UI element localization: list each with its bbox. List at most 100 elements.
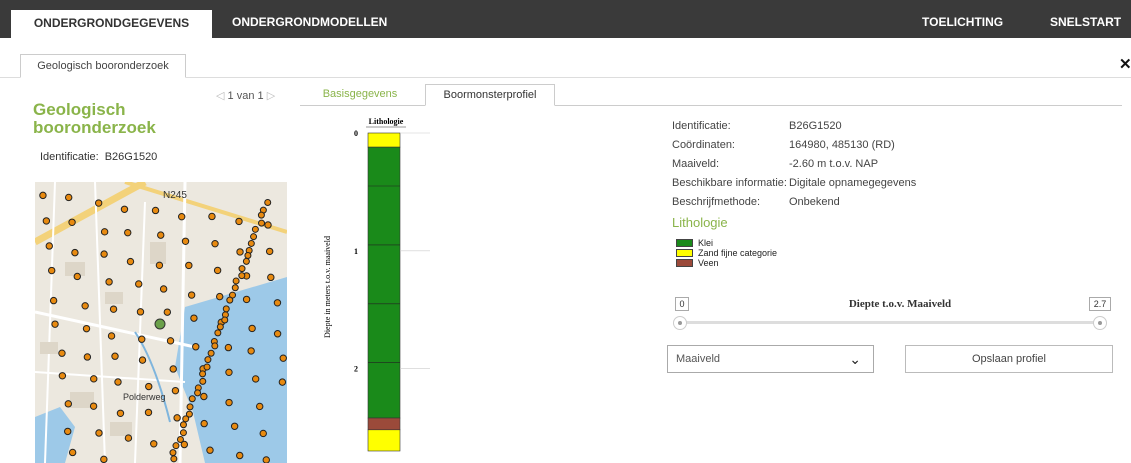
borehole-marker[interactable] <box>236 451 244 460</box>
nav-ondergrondgegevens[interactable]: ONDERGRONDGEGEVENS <box>10 9 213 38</box>
borehole-marker[interactable] <box>94 199 103 207</box>
borehole-marker[interactable] <box>190 314 198 322</box>
borehole-marker[interactable] <box>200 392 208 401</box>
borehole-marker[interactable] <box>163 308 172 316</box>
borehole-marker[interactable] <box>214 329 222 337</box>
borehole-marker[interactable] <box>172 442 180 450</box>
borehole-marker[interactable] <box>199 377 207 385</box>
nav-toelichting[interactable]: TOELICHTING <box>922 9 1003 38</box>
borehole-marker[interactable] <box>203 363 211 371</box>
reference-select[interactable]: Maaiveld ⌄ <box>667 345 874 373</box>
borehole-marker[interactable] <box>181 237 190 246</box>
borehole-marker[interactable] <box>159 285 168 293</box>
borehole-marker[interactable] <box>90 375 98 383</box>
borehole-marker[interactable] <box>247 347 255 355</box>
borehole-marker[interactable] <box>151 206 160 215</box>
borehole-marker[interactable] <box>206 446 214 454</box>
borehole-marker[interactable] <box>213 266 222 275</box>
borehole-marker[interactable] <box>107 332 116 340</box>
borehole-marker[interactable] <box>71 248 79 257</box>
borehole-marker[interactable] <box>208 212 216 221</box>
borehole-marker[interactable] <box>144 408 153 417</box>
borehole-marker[interactable] <box>238 272 246 280</box>
borehole-marker[interactable] <box>242 295 251 304</box>
borehole-marker[interactable] <box>242 257 250 265</box>
borehole-marker[interactable] <box>100 228 109 236</box>
borehole-marker[interactable] <box>194 389 202 397</box>
borehole-marker[interactable] <box>225 368 233 377</box>
borehole-marker[interactable] <box>138 335 146 343</box>
borehole-marker[interactable] <box>49 296 58 305</box>
borehole-marker[interactable] <box>267 273 275 282</box>
borehole-marker[interactable] <box>39 191 47 200</box>
borehole-marker[interactable] <box>73 272 81 281</box>
borehole-marker[interactable] <box>279 354 287 362</box>
borehole-marker[interactable] <box>236 248 244 256</box>
borehole-marker[interactable] <box>64 400 73 408</box>
borehole-marker[interactable] <box>68 448 77 457</box>
borehole-marker[interactable] <box>264 199 272 207</box>
borehole-marker[interactable] <box>221 316 229 324</box>
borehole-marker[interactable] <box>138 356 147 364</box>
borehole-marker[interactable] <box>173 414 181 422</box>
borehole-marker[interactable] <box>235 217 243 226</box>
borehole-marker[interactable] <box>109 305 118 313</box>
borehole-marker[interactable] <box>95 429 103 437</box>
borehole-marker[interactable] <box>68 218 76 227</box>
borehole-marker[interactable] <box>231 284 239 292</box>
borehole-marker[interactable] <box>224 343 233 352</box>
borehole-marker[interactable] <box>248 324 256 333</box>
tab-geologisch-booronderzoek[interactable]: Geologisch booronderzoek <box>20 54 186 78</box>
borehole-marker[interactable] <box>244 251 252 259</box>
borehole-marker[interactable] <box>207 349 215 357</box>
borehole-marker[interactable] <box>278 378 287 386</box>
borehole-marker[interactable] <box>135 280 143 288</box>
borehole-marker[interactable] <box>222 305 230 313</box>
borehole-marker[interactable] <box>251 375 260 383</box>
borehole-marker[interactable] <box>250 233 258 241</box>
close-icon[interactable]: ✕ <box>1119 55 1131 73</box>
borehole-marker[interactable] <box>211 239 219 248</box>
tab-basisgegevens[interactable]: Basisgegevens <box>305 84 415 106</box>
borehole-marker[interactable] <box>105 278 113 286</box>
borehole-marker[interactable] <box>199 370 207 378</box>
borehole-marker[interactable] <box>64 193 73 202</box>
borehole-marker[interactable] <box>192 343 200 351</box>
borehole-marker[interactable] <box>232 277 240 285</box>
borehole-marker[interactable] <box>58 372 67 380</box>
depth-slider-track[interactable] <box>678 321 1106 324</box>
borehole-marker[interactable] <box>264 221 272 229</box>
borehole-marker[interactable] <box>230 422 239 430</box>
borehole-marker[interactable] <box>265 247 274 256</box>
location-map[interactable]: N245 Polderweg <box>35 182 287 463</box>
borehole-marker[interactable] <box>82 324 91 333</box>
pager-next-icon[interactable]: ▷ <box>267 90 275 102</box>
borehole-marker[interactable] <box>225 398 233 407</box>
borehole-marker[interactable] <box>216 292 224 301</box>
borehole-marker[interactable] <box>64 427 72 436</box>
borehole-marker[interactable] <box>256 402 264 411</box>
borehole-marker[interactable] <box>157 231 165 239</box>
borehole-marker[interactable] <box>42 217 51 225</box>
borehole-marker[interactable] <box>187 291 196 299</box>
borehole-marker[interactable] <box>89 402 98 410</box>
borehole-marker[interactable] <box>58 349 66 357</box>
borehole-marker[interactable] <box>185 261 193 270</box>
borehole-marker[interactable] <box>257 211 265 219</box>
borehole-marker[interactable] <box>186 403 194 411</box>
borehole-marker[interactable] <box>145 382 153 391</box>
borehole-marker[interactable] <box>273 330 282 338</box>
borehole-marker[interactable] <box>126 257 135 266</box>
borehole-marker[interactable] <box>200 419 208 428</box>
borehole-marker[interactable] <box>179 421 187 429</box>
borehole-marker[interactable] <box>273 299 282 307</box>
borehole-marker[interactable] <box>179 429 187 437</box>
borehole-marker[interactable] <box>226 296 234 304</box>
borehole-marker[interactable] <box>251 225 259 233</box>
borehole-marker[interactable] <box>166 337 175 345</box>
borehole-marker[interactable] <box>211 342 219 350</box>
borehole-marker[interactable] <box>48 266 56 275</box>
borehole-marker[interactable] <box>204 356 212 364</box>
borehole-marker[interactable] <box>178 212 186 221</box>
borehole-marker[interactable] <box>81 302 89 310</box>
